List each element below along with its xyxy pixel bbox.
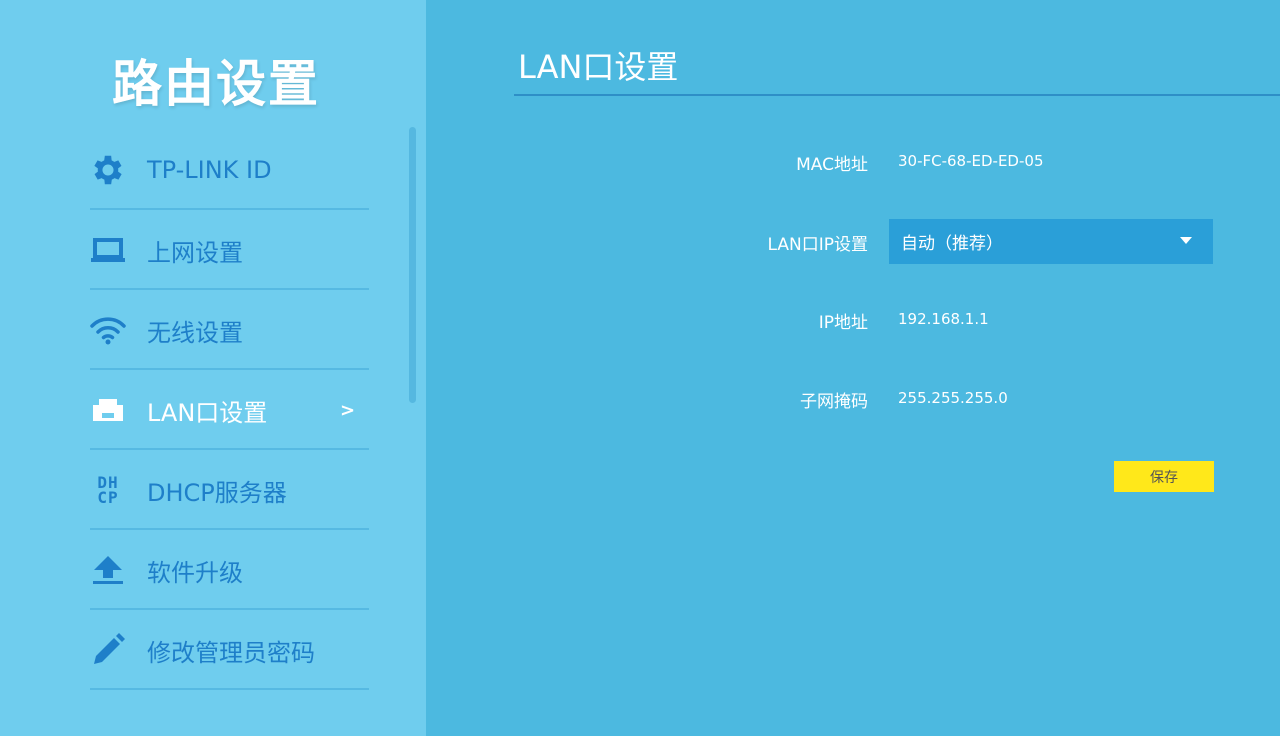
- dhcp-icon-text-bottom: CP: [97, 488, 119, 507]
- sidebar-item-label: 无线设置: [147, 318, 243, 347]
- lan-ip-mode-select[interactable]: 自动（推荐）: [889, 219, 1213, 264]
- sidebar-item-internet[interactable]: 上网设置: [0, 210, 426, 290]
- sidebar-item-label: 修改管理员密码: [147, 638, 315, 667]
- sidebar-item-label: DHCP服务器: [147, 478, 287, 507]
- pencil-icon: [88, 630, 128, 670]
- subnet-label: 子网掩码: [800, 392, 868, 412]
- sidebar-item-wireless[interactable]: 无线设置: [0, 290, 426, 370]
- lan-ip-mode-value: 自动（推荐）: [901, 234, 1003, 254]
- lan-icon: [88, 390, 128, 430]
- save-button[interactable]: 保存: [1114, 461, 1214, 492]
- sidebar-item-lan[interactable]: LAN口设置 >: [0, 370, 426, 450]
- chevron-down-icon: [1179, 233, 1193, 253]
- sidebar: 路由设置 TP-LINK ID 上网设置 无线设置 LAN口设置 > DH CP…: [0, 0, 426, 736]
- sidebar-item-label: TP-LINK ID: [147, 156, 272, 184]
- sidebar-item-label: LAN口设置: [147, 398, 268, 427]
- mac-label: MAC地址: [796, 155, 868, 175]
- ip-value: 192.168.1.1: [898, 310, 989, 328]
- chevron-right-icon: >: [340, 399, 356, 421]
- upload-icon: [88, 550, 128, 590]
- ip-label: IP地址: [818, 313, 868, 333]
- wifi-icon: [88, 310, 128, 350]
- sidebar-item-dhcp[interactable]: DH CP DHCP服务器: [0, 450, 426, 530]
- sidebar-item-label: 上网设置: [147, 238, 243, 267]
- title-divider: [514, 94, 1280, 96]
- gear-icon: [88, 150, 128, 190]
- sidebar-item-tplink-id[interactable]: TP-LINK ID: [0, 130, 426, 210]
- sidebar-item-upgrade[interactable]: 软件升级: [0, 530, 426, 610]
- page-title: LAN口设置: [518, 48, 679, 86]
- sidebar-item-password[interactable]: 修改管理员密码: [0, 610, 426, 690]
- lan-ip-mode-label: LAN口IP设置: [767, 235, 868, 255]
- sidebar-item-label: 软件升级: [147, 558, 243, 587]
- subnet-value: 255.255.255.0: [898, 389, 1008, 407]
- mac-value: 30-FC-68-ED-ED-05: [898, 152, 1044, 170]
- main-panel: LAN口设置 MAC地址 30-FC-68-ED-ED-05 LAN口IP设置 …: [426, 0, 1280, 736]
- laptop-icon: [88, 230, 128, 270]
- sidebar-title: 路由设置: [112, 55, 320, 113]
- dhcp-icon: DH CP: [88, 470, 128, 510]
- sidebar-menu: TP-LINK ID 上网设置 无线设置 LAN口设置 > DH CP DHCP…: [0, 130, 426, 690]
